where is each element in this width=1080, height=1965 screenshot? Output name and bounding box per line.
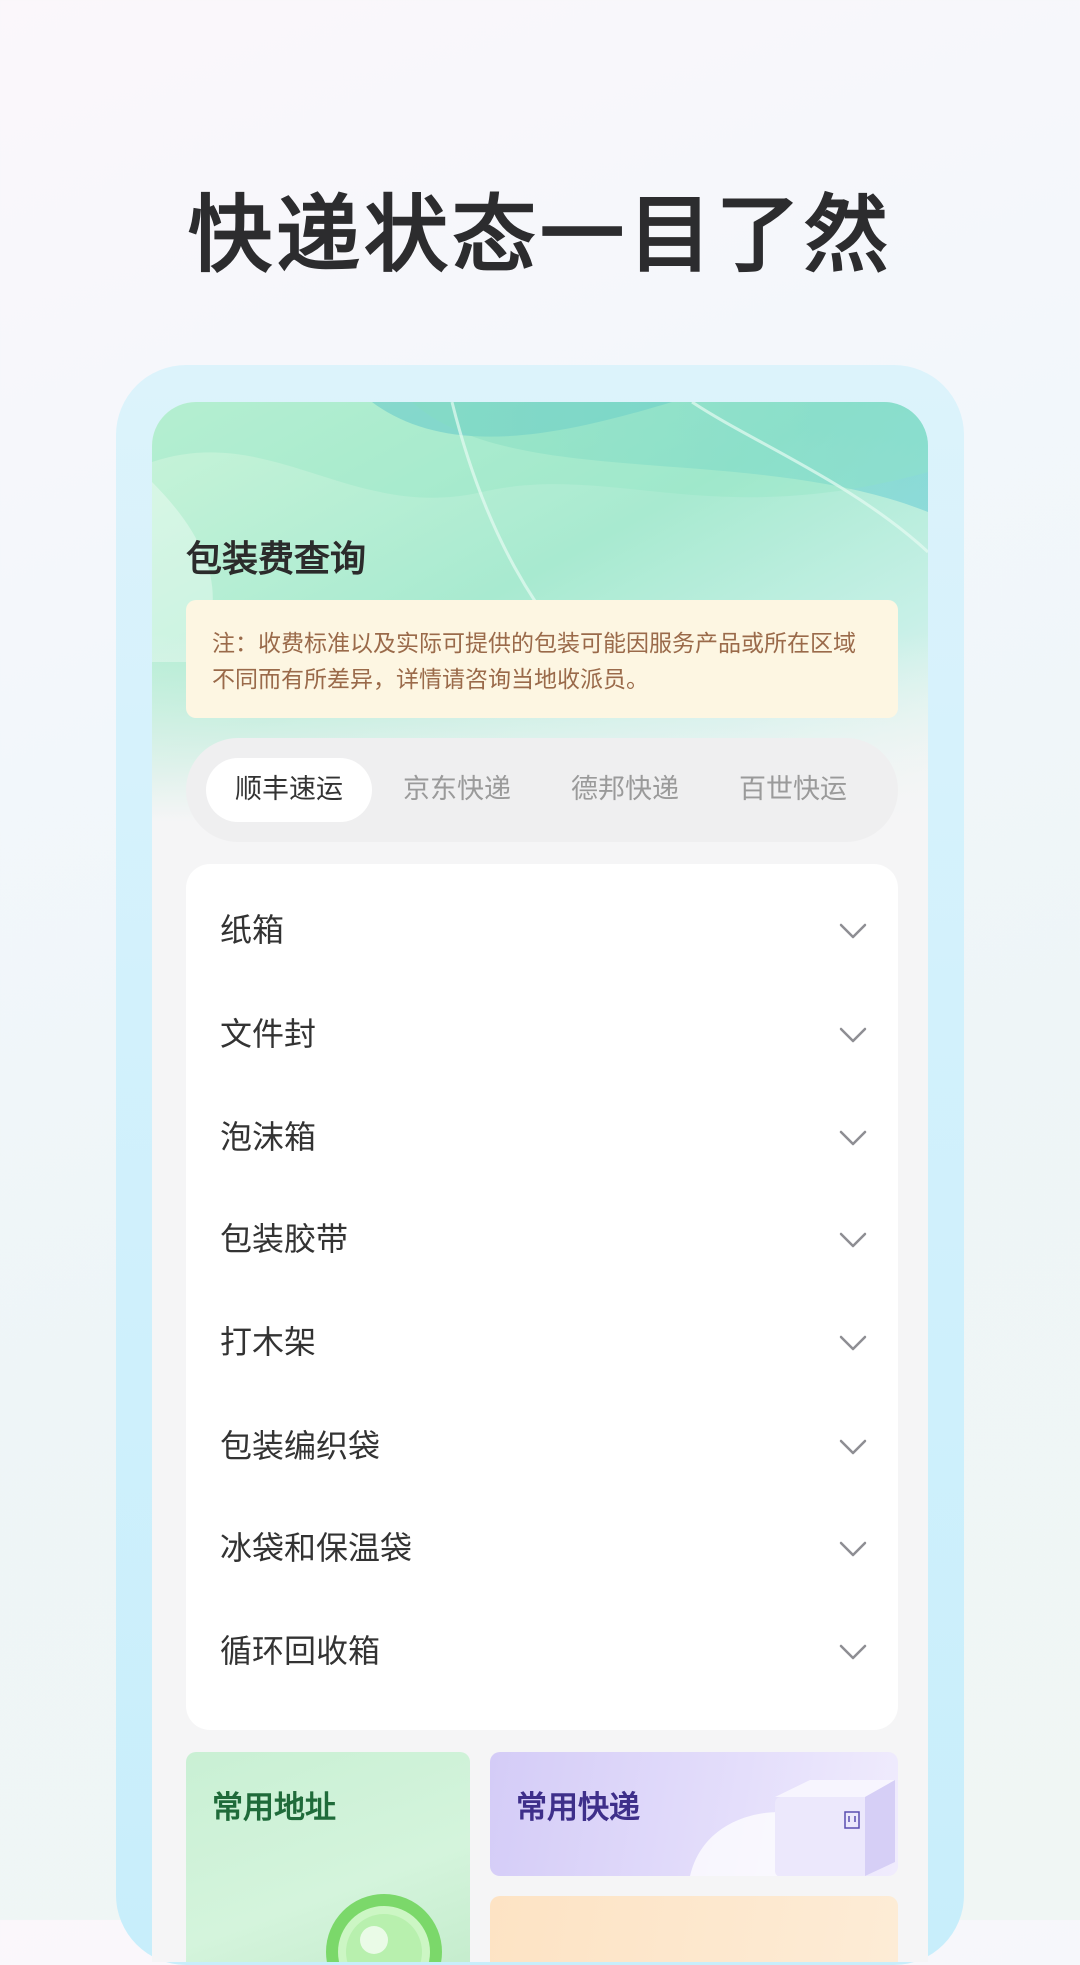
list-item-label: 包装胶带 [220, 1220, 349, 1258]
notice-banner: 注：收费标准以及实际可提供的包装可能因服务产品或所在区域不同而有所差异，详情请咨… [186, 600, 898, 718]
tab-sf-express[interactable]: 顺丰速运 [206, 758, 372, 822]
app-screen: 包装费查询 注：收费标准以及实际可提供的包装可能因服务产品或所在区域不同而有所差… [152, 402, 928, 1962]
express-tile[interactable]: 常用快递 [490, 1752, 898, 1876]
list-item-envelope[interactable]: 文件封 [186, 982, 898, 1086]
orange-tile[interactable] [490, 1896, 898, 1962]
location-ring-icon [326, 1894, 442, 1962]
list-item-ice-bag[interactable]: 冰袋和保温袋 [186, 1496, 898, 1600]
list-item-label: 纸箱 [220, 911, 285, 949]
list-item-label: 泡沫箱 [220, 1118, 317, 1156]
chevron-down-icon [839, 1335, 867, 1351]
list-item-label: 循环回收箱 [220, 1632, 381, 1670]
page-title: 包装费查询 [186, 539, 367, 580]
tab-deppon-express[interactable]: 德邦快递 [542, 758, 708, 822]
list-item-label: 文件封 [220, 1015, 317, 1053]
list-item-label: 冰袋和保温袋 [220, 1529, 413, 1567]
hero-title: 快递状态一目了然 [187, 186, 892, 284]
chevron-down-icon [839, 1130, 867, 1146]
parcel-box-icon [690, 1780, 895, 1876]
tab-best-express[interactable]: 百世快运 [710, 758, 876, 822]
tab-jd-express[interactable]: 京东快递 [374, 758, 540, 822]
list-item-foam-box[interactable]: 泡沫箱 [186, 1085, 898, 1189]
list-item-label: 打木架 [220, 1323, 317, 1361]
chevron-down-icon [839, 1644, 867, 1660]
carrier-tabs: 顺丰速运 京东快递 德邦快递 百世快运 [186, 738, 898, 842]
chevron-down-icon [839, 1439, 867, 1455]
list-item-woven-bag[interactable]: 包装编织袋 [186, 1394, 898, 1498]
chevron-down-icon [839, 1027, 867, 1043]
list-item-tape[interactable]: 包装胶带 [186, 1187, 898, 1291]
list-item-wooden-frame[interactable]: 打木架 [186, 1290, 898, 1394]
list-item-carton[interactable]: 纸箱 [186, 878, 898, 982]
chevron-down-icon [839, 923, 867, 939]
list-item-label: 包装编织袋 [220, 1427, 381, 1465]
address-tile[interactable]: 常用地址 [186, 1752, 470, 1962]
packaging-list: 纸箱 文件封 泡沫箱 包装胶带 打木架 包装编织袋 冰袋和保温袋 循环回收箱 [186, 864, 898, 1730]
chevron-down-icon [839, 1541, 867, 1557]
list-item-recycle-box[interactable]: 循环回收箱 [186, 1599, 898, 1703]
chevron-down-icon [839, 1232, 867, 1248]
